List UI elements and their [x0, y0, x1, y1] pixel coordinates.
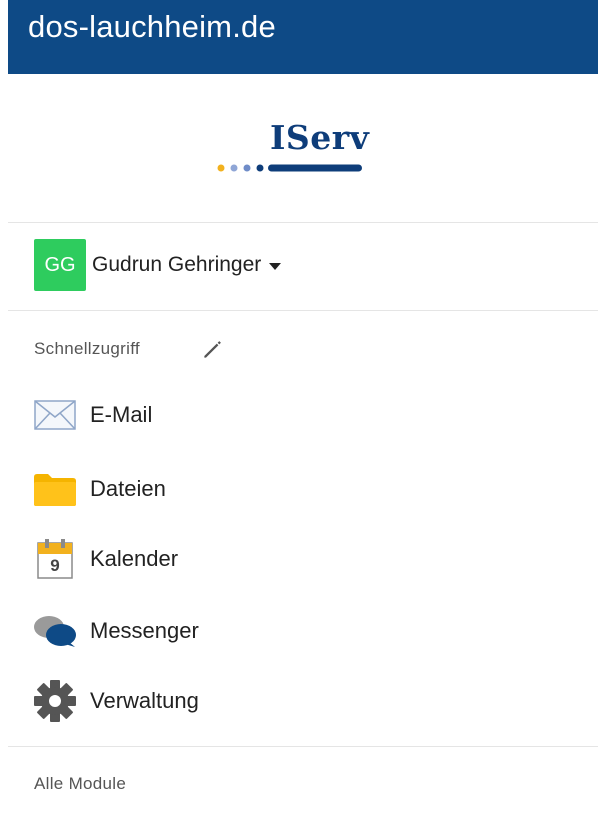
quick-access-label: Schnellzugriff — [34, 339, 140, 358]
nav-item-label: E-Mail — [90, 402, 153, 427]
divider — [8, 310, 598, 311]
nav-item-email[interactable]: E-Mail — [32, 392, 152, 438]
caret-down-icon — [269, 262, 282, 270]
nav-item-label: Kalender — [90, 546, 179, 571]
avatar: GG — [34, 239, 86, 291]
user-name: Gudrun Gehringer — [92, 253, 262, 276]
all-modules-link[interactable]: Alle Module — [34, 774, 126, 794]
nav-item-label: Dateien — [90, 476, 166, 501]
nav-item-calendar[interactable]: 9 Kalender — [32, 536, 178, 582]
nav-item-messenger[interactable]: Messenger — [32, 608, 199, 654]
gear-icon — [32, 678, 78, 724]
calendar-icon: 9 — [32, 536, 78, 582]
user-menu-toggle[interactable]: GG Gudrun Gehringer — [34, 239, 282, 291]
divider — [8, 222, 598, 223]
nav-item-label: Messenger — [90, 618, 199, 643]
logo-dots-icon — [217, 164, 362, 172]
header-bar: dos-lauchheim.de — [8, 0, 598, 74]
chat-icon — [32, 608, 78, 654]
iserv-logo[interactable]: IServ — [210, 118, 370, 178]
nav-item-administration[interactable]: Verwaltung — [32, 678, 199, 724]
nav-item-files[interactable]: Dateien — [32, 466, 166, 512]
divider — [8, 746, 598, 747]
calendar-day: 9 — [50, 556, 60, 575]
folder-icon — [32, 466, 78, 512]
site-title[interactable]: dos-lauchheim.de — [28, 9, 276, 45]
pencil-icon[interactable] — [200, 336, 226, 362]
mail-icon — [32, 392, 78, 438]
nav-item-label: Verwaltung — [90, 688, 199, 713]
